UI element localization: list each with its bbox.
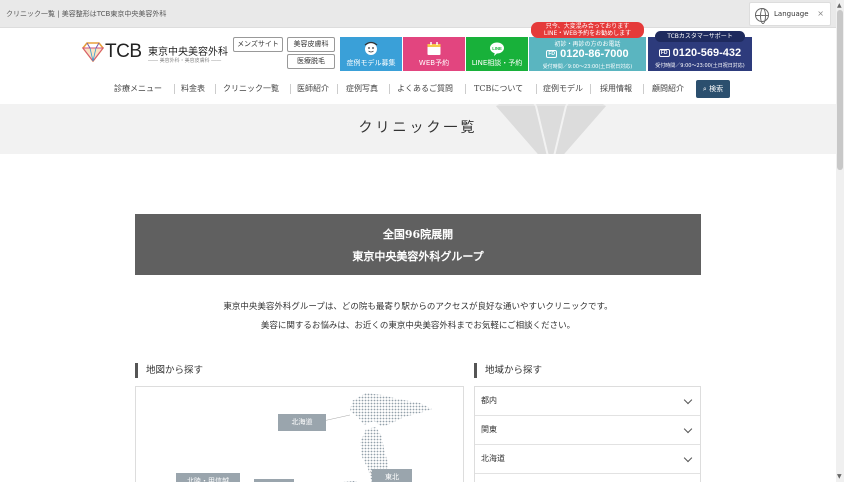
nav-divider bbox=[215, 84, 216, 94]
dermatology-link[interactable]: 美容皮膚科 bbox=[287, 37, 335, 52]
nav-divider bbox=[290, 84, 291, 94]
nav-item-faq[interactable]: よくあるご質問 bbox=[397, 80, 453, 98]
busy-notice-line2: LINE・WEB予約をお勧めします bbox=[543, 30, 632, 37]
calendar-icon bbox=[427, 42, 441, 55]
map-section-heading: 地図から探す bbox=[135, 363, 203, 378]
scroll-up-arrow-icon[interactable]: ▲ bbox=[837, 2, 842, 9]
nav-item-advisors[interactable]: 顧問紹介 bbox=[652, 80, 684, 98]
nav-divider bbox=[536, 84, 537, 94]
logo-subtitle: ―― 美容外科・美容皮膚科 ―― bbox=[148, 58, 222, 64]
region-item-label: 北海道 bbox=[481, 454, 505, 463]
case-model-button[interactable]: 症例モデル募集 bbox=[340, 37, 402, 71]
page-tab-title: クリニック一覧 | 美容整形はTCB東京中央美容外科 bbox=[6, 10, 167, 18]
nav-item-model[interactable]: 症例モデル bbox=[543, 80, 583, 98]
diamond-logo-icon bbox=[82, 42, 104, 62]
line-reservation-label: LINE相談・予約 bbox=[471, 59, 523, 67]
region-list: 都内 関東 北海道 bbox=[474, 386, 701, 482]
search-button[interactable]: ⌕ 検索 bbox=[696, 80, 730, 98]
line-icon: LINE bbox=[490, 42, 504, 56]
page-hero: クリニック一覧 bbox=[0, 104, 836, 154]
nav-divider bbox=[389, 84, 390, 94]
main-nav: 診療メニュー 料金表 クリニック一覧 医師紹介 症例写真 よくあるご質問 TCB… bbox=[110, 80, 730, 98]
map-label-hokuriku[interactable]: 北陸・甲信越 bbox=[176, 473, 240, 482]
language-selector[interactable]: Language × bbox=[749, 2, 831, 26]
map-label-hokkaido[interactable]: 北海道 bbox=[278, 414, 326, 431]
phone-support-number: 0120-569-432 bbox=[672, 47, 742, 59]
nav-divider bbox=[337, 84, 338, 94]
chevron-down-icon bbox=[683, 453, 693, 463]
phone-support-button[interactable]: FD 0120-569-432 受付時間／9:00〜23:00(土日祝日対応) bbox=[648, 37, 752, 71]
page: クリニック一覧 | 美容整形はTCB東京中央美容外科 Language × ▲ … bbox=[0, 0, 844, 482]
japan-map-dots bbox=[313, 393, 432, 482]
intro-line1: 東京中央美容外科グループは、どの院も最寄り駅からのアクセスが良好な通いやすいクリ… bbox=[223, 302, 613, 312]
freedial-icon: FD bbox=[546, 50, 558, 58]
site-logo[interactable]: TCB 東京中央美容外科 ―― 美容外科・美容皮膚科 ―― bbox=[82, 40, 232, 66]
nav-divider bbox=[465, 84, 466, 94]
chevron-down-icon bbox=[683, 395, 693, 405]
phone-support-hours: 受付時間／9:00〜23:00(土日祝日対応) bbox=[655, 63, 745, 69]
phone-main-button[interactable]: 初診・再診の方のお電話 FD 0120-86-7000 受付時間／9:00〜23… bbox=[529, 37, 646, 71]
freedial-icon: FD bbox=[658, 49, 670, 57]
busy-notice-line1: 只今、大変混み合っております bbox=[545, 23, 630, 30]
nav-divider bbox=[590, 84, 591, 94]
region-section-heading: 地域から探す bbox=[474, 363, 542, 378]
search-label: 検索 bbox=[709, 85, 724, 93]
nav-item-about[interactable]: TCBについて bbox=[474, 80, 523, 98]
chevron-down-icon bbox=[683, 424, 693, 434]
region-item-kanto[interactable]: 関東 bbox=[475, 416, 700, 445]
nav-item-price[interactable]: 料金表 bbox=[181, 80, 205, 98]
phone-main-caption: 初診・再診の方のお電話 bbox=[554, 41, 621, 48]
intro-line2: 美容に関するお悩みは、お近くの東京中央美容外科までお気軽にご相談ください。 bbox=[260, 321, 576, 331]
banner-line1: 全国96院展開 bbox=[382, 228, 454, 241]
phone-main-number-row: FD 0120-86-7000 bbox=[529, 48, 646, 60]
globe-icon bbox=[755, 8, 769, 24]
region-item-tokyo[interactable]: 都内 bbox=[475, 387, 700, 416]
customer-support-badge: TCBカスタマーサポート bbox=[655, 31, 745, 42]
case-model-label: 症例モデル募集 bbox=[346, 59, 396, 67]
line-reservation-button[interactable]: LINE LINE相談・予約 bbox=[466, 37, 528, 71]
web-reservation-label: WEB予約 bbox=[418, 59, 450, 67]
nav-item-cases[interactable]: 症例写真 bbox=[346, 80, 378, 98]
nav-item-clinics[interactable]: クリニック一覧 bbox=[223, 80, 279, 98]
busy-notice-bubble: 只今、大変混み合っております LINE・WEB予約をお勧めします bbox=[531, 22, 644, 38]
scroll-down-arrow-icon[interactable]: ▼ bbox=[837, 473, 842, 480]
phone-main-number: 0120-86-7000 bbox=[560, 48, 629, 60]
group-banner: 全国96院展開 東京中央美容外科グループ bbox=[135, 214, 701, 275]
nav-divider bbox=[174, 84, 175, 94]
nav-divider bbox=[643, 84, 644, 94]
face-icon bbox=[364, 41, 378, 55]
region-item-hokkaido[interactable]: 北海道 bbox=[475, 445, 700, 474]
search-icon: ⌕ bbox=[702, 85, 707, 93]
language-label: Language bbox=[774, 10, 809, 18]
japan-map[interactable]: 北海道 東北 北陸・甲信越 bbox=[135, 386, 464, 482]
nav-item-doctors[interactable]: 医師紹介 bbox=[297, 80, 329, 98]
region-item-label: 都内 bbox=[481, 396, 497, 405]
page-title: クリニック一覧 bbox=[358, 120, 478, 136]
region-item-label: 関東 bbox=[481, 425, 497, 434]
web-reservation-button[interactable]: WEB予約 bbox=[403, 37, 465, 71]
scrollbar-thumb[interactable] bbox=[837, 10, 843, 170]
hair-removal-link[interactable]: 医療脱毛 bbox=[287, 54, 335, 69]
svg-text:LINE: LINE bbox=[492, 46, 502, 51]
mens-site-link[interactable]: メンズサイト bbox=[233, 37, 283, 52]
banner-line2: 東京中央美容外科グループ bbox=[352, 250, 484, 263]
logo-brand: TCB bbox=[105, 41, 142, 62]
map-label-tohoku[interactable]: 東北 bbox=[372, 469, 412, 482]
close-icon[interactable]: × bbox=[817, 9, 824, 18]
phone-main-hours: 受付時間／9:00〜23:00(土日祝日対応) bbox=[542, 64, 633, 70]
phone-support-number-row: FD 0120-569-432 bbox=[648, 47, 752, 59]
browser-tab-bar: クリニック一覧 | 美容整形はTCB東京中央美容外科 Language × bbox=[0, 0, 836, 28]
nav-item-menu[interactable]: 診療メニュー bbox=[114, 80, 162, 98]
scrollbar[interactable]: ▲ ▼ bbox=[836, 0, 844, 482]
nav-item-recruit[interactable]: 採用情報 bbox=[600, 80, 632, 98]
logo-clinic-name: 東京中央美容外科 bbox=[148, 47, 228, 58]
